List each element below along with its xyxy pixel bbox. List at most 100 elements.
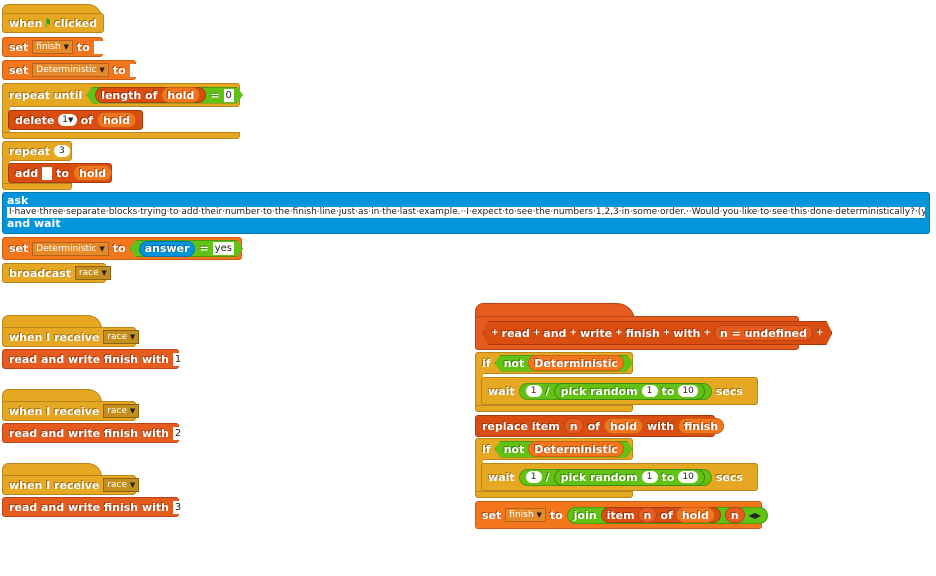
set-finish-block[interactable]: set finish ▼ to [2, 37, 104, 57]
item-slot[interactable] [42, 166, 53, 180]
var-name: Deterministic [36, 243, 97, 254]
hold-var-reporter[interactable]: hold [161, 87, 200, 103]
deterministic-var-reporter[interactable]: Deterministic [528, 355, 624, 371]
param-n-reporter[interactable]: n [637, 507, 658, 523]
message-dropdown[interactable]: race ▼ [103, 478, 140, 492]
equals-predicate[interactable]: length of hold = 0 [86, 87, 243, 104]
param-n-slot[interactable]: n = undefined [714, 325, 813, 341]
divide-reporter[interactable]: 1 / pick random 1 to 10 [518, 382, 712, 400]
repeat-block[interactable]: repeat 3 [2, 141, 72, 161]
var-dropdown[interactable]: Deterministic ▼ [32, 241, 109, 256]
broadcast-block[interactable]: broadcast race ▼ [2, 263, 111, 283]
param-n-reporter[interactable]: n [563, 418, 584, 434]
finish-var-name: finish [683, 419, 719, 433]
finish-var-reporter[interactable]: finish [677, 418, 725, 434]
delete-block[interactable]: delete 1▼ of hold [8, 110, 143, 130]
when-i-receive-hat[interactable]: when I receive race ▼ [2, 401, 140, 421]
equals-value-slot[interactable]: 0 [224, 89, 234, 102]
set-label: set [9, 40, 29, 54]
numerator-slot[interactable]: 1 [525, 471, 542, 483]
to-label: to [56, 166, 69, 180]
value-slot[interactable] [129, 63, 140, 77]
set-deterministic-answer-block[interactable]: set Deterministic ▼ to answer = yes [2, 237, 242, 260]
ask-block[interactable]: ask I·have·three·separate·blocks·trying·… [2, 192, 930, 234]
to-slot[interactable]: 10 [678, 385, 698, 397]
index-slot[interactable]: 1▼ [58, 114, 77, 126]
equals-value-slot[interactable]: yes [213, 242, 234, 255]
if-label: if [482, 442, 491, 456]
var-dropdown[interactable]: Deterministic ▼ [32, 63, 109, 77]
ask-question-slot[interactable]: I·have·three·separate·blocks·trying·to·a… [7, 207, 925, 218]
not-predicate[interactable]: not Deterministic [495, 355, 633, 372]
hold-var-reporter[interactable]: hold [603, 418, 643, 434]
message-name: race [107, 406, 128, 416]
pick-random-reporter[interactable]: pick random 1 to 10 [553, 382, 705, 400]
add-block[interactable]: add to hold [8, 163, 113, 183]
green-flag-icon [46, 18, 51, 28]
equals-predicate[interactable]: answer = yes [130, 240, 243, 257]
from-slot[interactable]: 1 [641, 471, 658, 483]
replace-item-block[interactable]: replace item n of hold with finish [475, 415, 725, 437]
length-of-reporter[interactable]: length of hold [95, 87, 206, 103]
wait-label: wait [488, 384, 515, 398]
action-label: read and write finish with [9, 352, 169, 366]
value-slot[interactable]: 1 [172, 352, 183, 366]
broadcast-label: broadcast [9, 266, 71, 280]
param-n-reporter[interactable]: n [724, 507, 745, 523]
read-and-write-finish-block[interactable]: read and write finish with 3 [2, 497, 183, 517]
to-label: to [661, 384, 675, 398]
to-slot[interactable]: 10 [678, 471, 698, 483]
pick-random-reporter[interactable]: pick random 1 to 10 [553, 468, 705, 486]
repeat-until-block[interactable]: repeat until length of hold = 0 [2, 83, 240, 107]
numerator-slot[interactable]: 1 [525, 385, 542, 397]
answer-reporter[interactable]: answer [139, 241, 196, 257]
define-block[interactable]: + read + and + write + finish + with + n… [475, 316, 799, 350]
chevron-down-icon: ▼ [101, 269, 107, 277]
when-i-receive-hat[interactable]: when I receive race ▼ [2, 475, 140, 495]
to-label: to [661, 470, 675, 484]
divide-reporter[interactable]: 1 / pick random 1 to 10 [518, 468, 712, 486]
if-block-1[interactable]: if not Deterministic [475, 352, 633, 374]
length-of-label: length of [101, 88, 158, 102]
var-dropdown[interactable]: finish ▼ [505, 508, 546, 522]
hold-var-reporter[interactable]: hold [73, 165, 113, 181]
not-predicate[interactable]: not Deterministic [495, 441, 633, 458]
when-i-receive-hat[interactable]: when I receive race ▼ [2, 327, 140, 347]
deterministic-var-reporter[interactable]: Deterministic [528, 441, 624, 457]
message-name: race [107, 480, 128, 490]
value-slot[interactable]: 2 [172, 426, 183, 440]
message-dropdown[interactable]: race ▼ [74, 266, 111, 280]
when-flag-clicked-hat[interactable]: when clicked [2, 13, 104, 33]
to-label: to [112, 242, 126, 255]
value-slot[interactable] [93, 40, 104, 54]
hold-var-reporter[interactable]: hold [96, 112, 136, 128]
var-dropdown[interactable]: finish ▼ [32, 40, 73, 54]
delete-label: delete [15, 113, 55, 127]
if-block-2[interactable]: if not Deterministic [475, 438, 633, 460]
read-and-write-finish-block[interactable]: read and write finish with 1 [2, 349, 183, 369]
prototype-hat[interactable]: + read + and + write + finish + with + n… [482, 321, 832, 345]
hold-var-reporter[interactable]: hold [675, 507, 715, 523]
wait-block-1[interactable]: wait 1 / pick random 1 to 10 secs [481, 377, 758, 405]
from-slot[interactable]: 1 [641, 385, 658, 397]
join-reporter[interactable]: join item n of hold n ◀▶ [566, 506, 768, 524]
chevron-down-icon: ▼ [536, 511, 542, 519]
wait-block-2[interactable]: wait 1 / pick random 1 to 10 secs [481, 463, 758, 491]
hold-var-name: hold [609, 419, 637, 433]
hat-clicked-label: clicked [54, 16, 97, 30]
message-dropdown[interactable]: race ▼ [103, 330, 140, 344]
message-dropdown[interactable]: race ▼ [103, 404, 140, 418]
param-value: n [730, 508, 739, 522]
repeat-count-slot[interactable]: 3 [53, 145, 70, 157]
var-name: Deterministic [534, 442, 618, 456]
read-and-write-finish-block[interactable]: read and write finish with 2 [2, 423, 183, 443]
secs-label: secs [715, 384, 743, 398]
plus-icon: + [491, 328, 499, 338]
item-of-reporter[interactable]: item n of hold [600, 507, 721, 523]
proto-word-with: with [673, 326, 701, 340]
set-deterministic-block[interactable]: set Deterministic ▼ to [2, 60, 140, 80]
var-name: finish [36, 42, 61, 52]
value-slot[interactable]: 3 [172, 500, 183, 514]
arrows-icon[interactable]: ◀▶ [749, 511, 761, 520]
set-finish-join-block[interactable]: set finish ▼ to join item n of hold n ◀▶ [475, 501, 768, 529]
